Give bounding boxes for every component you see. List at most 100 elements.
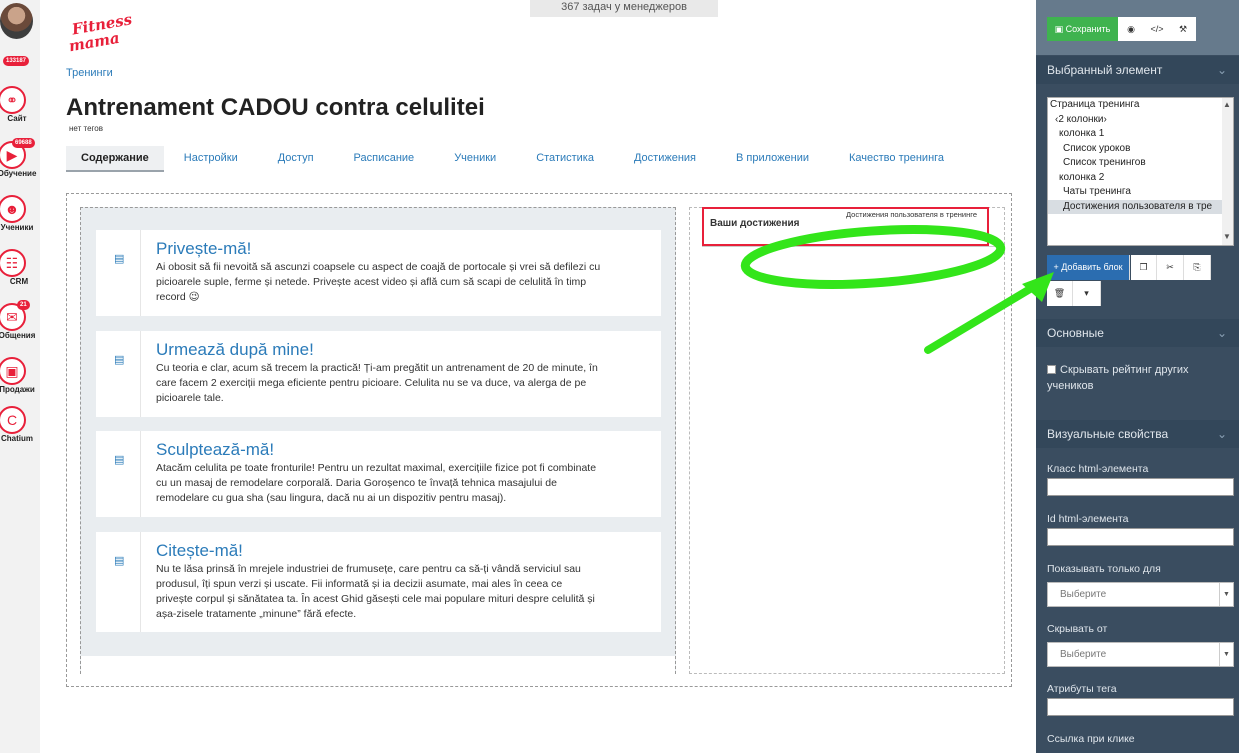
user-avatar[interactable]	[0, 3, 33, 39]
nav-item-messages[interactable]: ✉ Общения 21	[0, 300, 40, 340]
lesson-icon-cell: ▤	[96, 331, 141, 417]
tab-settings[interactable]: Настройки	[164, 146, 258, 172]
scroll-down-icon[interactable]: ▼	[1223, 232, 1231, 241]
lesson-icon-cell: ▤	[96, 431, 141, 517]
tab-access[interactable]: Доступ	[258, 146, 334, 172]
add-block-button[interactable]: + Добавить блок	[1047, 255, 1130, 280]
left-nav: 133187 ⚭ Сайт ▶ Обучение 69688 ☻ Ученики…	[0, 0, 40, 753]
chevron-down-icon[interactable]: ▼	[1219, 643, 1233, 666]
wrench-icon[interactable]: ⚒	[1170, 17, 1196, 41]
nav-item-students[interactable]: ☻ Ученики	[0, 195, 40, 232]
globe-icon: ⚭	[0, 86, 26, 114]
nav-label: Сайт	[7, 114, 27, 123]
column-2[interactable]	[689, 207, 1005, 674]
nav-item-site[interactable]: ⚭ Сайт	[0, 86, 40, 123]
panel-toolbar: ▣ Сохранить ◉ </> ⚒	[1036, 0, 1239, 55]
checkbox-label: Скрывать рейтинг других учеников	[1047, 364, 1189, 392]
lesson-title[interactable]: Citește-mă!	[156, 541, 243, 561]
nav-label: Продажи	[0, 385, 35, 394]
nav-item-chatium[interactable]: C Chatium	[0, 406, 40, 443]
achievements-block[interactable]: Достижения пользователя в тренинге Ваши …	[702, 207, 989, 246]
tree-item[interactable]: Список тренингов	[1048, 156, 1233, 171]
block-type-label: Достижения пользователя в тренинге	[845, 210, 977, 219]
lesson-card[interactable]: ▤ Sculptează-mă! Atacăm celulita pe toat…	[96, 431, 661, 517]
divider	[702, 246, 1002, 247]
nav-item-crm[interactable]: ☷ CRM	[0, 249, 40, 286]
basic-section-header[interactable]: Основные ⌄	[1036, 319, 1239, 347]
trash-icon[interactable]: 🗑	[1047, 281, 1073, 306]
tab-in-app[interactable]: В приложении	[716, 146, 829, 172]
tab-statistics[interactable]: Статистика	[516, 146, 614, 172]
tree-item[interactable]: Список уроков	[1048, 142, 1233, 157]
manager-tasks-counter[interactable]: 367 задач у менеджеров	[530, 0, 718, 17]
click-link-label: Ссылка при клике	[1047, 733, 1135, 745]
code-icon[interactable]: </>	[1144, 17, 1170, 41]
lesson-title[interactable]: Sculptează-mă!	[156, 440, 274, 460]
tree-item[interactable]: Страница тренинга	[1048, 98, 1233, 113]
selected-element-header[interactable]: Выбранный элемент ⌄	[1036, 56, 1239, 84]
hide-from-select[interactable]: Выберите ▼	[1047, 642, 1234, 667]
tree-scrollbar[interactable]: ▲ ▼	[1222, 98, 1233, 245]
section-title: Основные	[1047, 326, 1104, 340]
preview-eye-icon[interactable]: ◉	[1118, 17, 1144, 41]
section-title: Выбранный элемент	[1047, 63, 1163, 77]
lesson-description: Nu te lăsa prinsă în mrejele industriei …	[156, 563, 595, 620]
element-tree[interactable]: Страница тренинга ‹2 колонки› колонка 1 …	[1047, 97, 1234, 246]
show-only-label: Показывать только для	[1047, 563, 1161, 575]
chevron-down-icon[interactable]: ⌄	[1217, 56, 1227, 84]
crm-icon: ☷	[0, 249, 26, 277]
lesson-icon-cell: ▤	[96, 230, 141, 316]
tab-quality[interactable]: Качество тренинга	[829, 146, 964, 172]
training-tabs: Содержание Настройки Доступ Расписание У…	[66, 146, 989, 172]
tree-item-selected[interactable]: Достижения пользователя в тре	[1048, 199, 1233, 214]
paste-icon[interactable]: ⎘	[1184, 255, 1211, 280]
copy-icon[interactable]: ❐	[1131, 255, 1157, 280]
tab-schedule[interactable]: Расписание	[334, 146, 435, 172]
nav-item-learning[interactable]: ▶ Обучение 69688	[0, 138, 40, 178]
hide-rating-checkbox[interactable]	[1047, 365, 1056, 374]
lesson-card[interactable]: ▤ Privește-mă! Ai obosit să fii nevoită …	[96, 230, 661, 316]
show-only-select[interactable]: Выберите ▼	[1047, 582, 1234, 607]
chevron-down-icon[interactable]: ⌄	[1217, 319, 1227, 347]
lesson-card[interactable]: ▤ Citește-mă! Nu te lăsa prinsă în mreje…	[96, 532, 661, 632]
tree-item[interactable]: колонка 1	[1048, 127, 1233, 142]
hide-rating-option[interactable]: Скрывать рейтинг других учеников	[1047, 362, 1232, 394]
breadcrumb-trainings[interactable]: Тренинги	[66, 67, 113, 79]
achievements-title: Ваши достижения	[710, 218, 800, 229]
tab-achievements[interactable]: Достижения	[614, 146, 716, 172]
id-input[interactable]	[1047, 528, 1234, 546]
lesson-title[interactable]: Privește-mă!	[156, 239, 251, 259]
save-button[interactable]: ▣ Сохранить	[1047, 17, 1118, 41]
tree-item[interactable]: ‹2 колонки›	[1048, 113, 1233, 128]
tree-item[interactable]: колонка 2	[1048, 171, 1233, 186]
fitness-mama-logo[interactable]: Fitness mama	[65, 10, 145, 55]
page-title: Antrenament CADOU contra celulitei	[66, 94, 485, 121]
scroll-up-icon[interactable]: ▲	[1223, 100, 1231, 109]
chevron-down-icon[interactable]: ⌄	[1217, 420, 1227, 448]
list-icon: ▤	[114, 555, 125, 567]
caret-down-icon[interactable]: ▾	[1073, 281, 1101, 306]
nav-item-sales[interactable]: ▣ Продажи	[0, 357, 40, 394]
lesson-description: Atacăm celulita pe toate fronturile! Pen…	[156, 462, 597, 504]
section-title: Визуальные свойства	[1047, 427, 1169, 441]
list-icon: ▤	[114, 354, 125, 366]
class-input[interactable]	[1047, 478, 1234, 496]
tab-content[interactable]: Содержание	[66, 146, 164, 172]
nav-badge: 69688	[12, 138, 35, 148]
lesson-title[interactable]: Urmează după mine!	[156, 340, 314, 360]
list-icon: ▤	[114, 253, 125, 265]
tree-item[interactable]: Чаты тренинга	[1048, 185, 1233, 200]
cut-icon[interactable]: ✂	[1157, 255, 1184, 280]
wallet-icon: ▣	[0, 357, 26, 385]
select-placeholder: Выберите	[1060, 649, 1107, 660]
nav-label: CRM	[9, 277, 29, 286]
visual-section-header[interactable]: Визуальные свойства ⌄	[1036, 420, 1239, 448]
tab-students[interactable]: Ученики	[434, 146, 516, 172]
lesson-description: Cu teoria e clar, acum să trecem la prac…	[156, 362, 598, 404]
nav-label: Обучение	[0, 169, 37, 178]
chevron-down-icon[interactable]: ▼	[1219, 583, 1233, 606]
nav-label: Chatium	[1, 434, 33, 443]
lesson-card[interactable]: ▤ Urmează după mine! Cu teoria e clar, a…	[96, 331, 661, 417]
column-1-footer	[81, 656, 675, 674]
tag-attributes-input[interactable]	[1047, 698, 1234, 716]
